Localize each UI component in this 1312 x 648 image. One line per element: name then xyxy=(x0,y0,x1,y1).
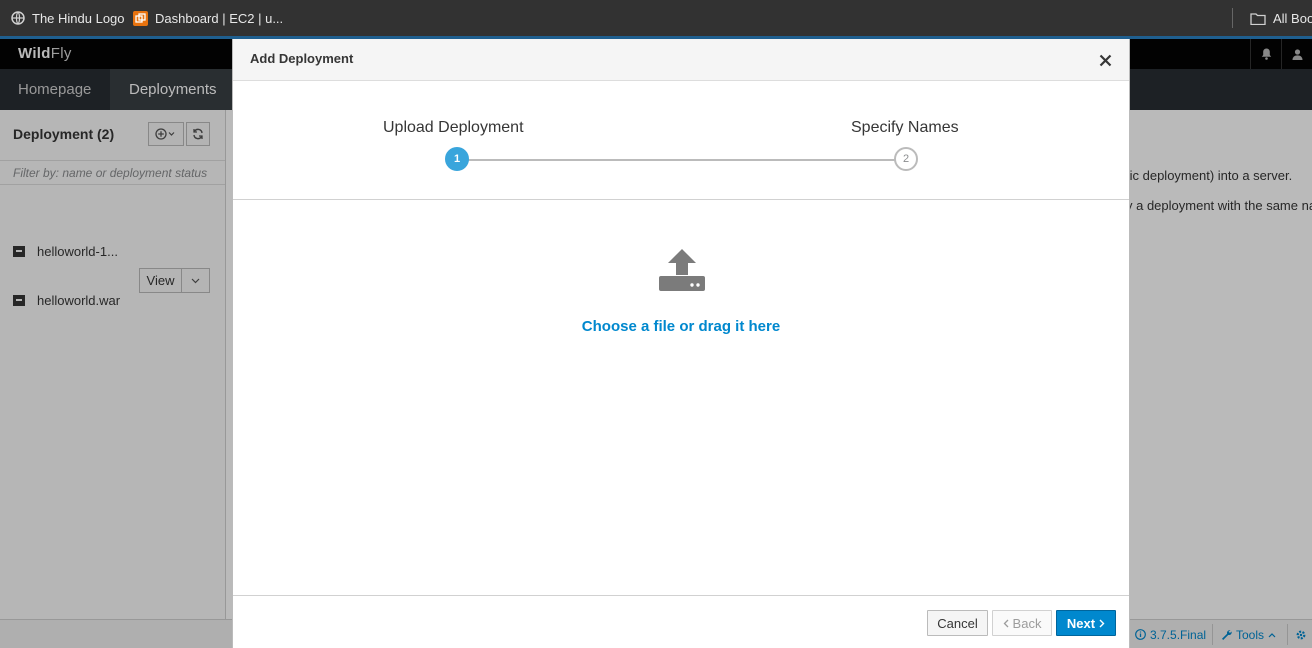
bookmarks-divider xyxy=(1232,8,1233,28)
cancel-label: Cancel xyxy=(937,615,978,631)
all-bookmarks-label: All Boo xyxy=(1273,10,1312,26)
bookmarks-bar: The Hindu Logo Dashboard | EC2 | u... Al… xyxy=(0,0,1312,36)
bookmark-label: The Hindu Logo xyxy=(32,10,125,26)
cancel-button[interactable]: Cancel xyxy=(927,610,988,636)
file-drop-zone[interactable]: Choose a file or drag it here xyxy=(233,200,1129,594)
chevron-left-icon xyxy=(1003,619,1009,627)
close-icon[interactable] xyxy=(1095,50,1115,70)
bookmark-ec2-dashboard[interactable]: Dashboard | EC2 | u... xyxy=(133,0,283,36)
upload-icon xyxy=(659,247,705,298)
back-button[interactable]: Back xyxy=(992,610,1052,636)
bookmark-label: Dashboard | EC2 | u... xyxy=(155,10,284,26)
aws-icon xyxy=(133,10,148,26)
all-bookmarks-button[interactable]: All Boo xyxy=(1250,0,1312,36)
chevron-right-icon xyxy=(1099,619,1105,627)
add-deployment-modal: Add Deployment Upload Deployment Specify… xyxy=(232,39,1130,648)
step-1-indicator: 1 xyxy=(445,147,469,171)
modal-title: Add Deployment xyxy=(250,51,354,66)
bookmark-the-hindu[interactable]: The Hindu Logo xyxy=(11,0,125,36)
wizard-steps: Upload Deployment Specify Names 1 2 xyxy=(233,81,1129,200)
step-upload-deployment-label: Upload Deployment xyxy=(383,119,524,136)
next-button[interactable]: Next xyxy=(1056,610,1116,636)
choose-file-link[interactable]: Choose a file or drag it here xyxy=(233,318,1129,335)
globe-icon xyxy=(11,11,25,25)
wizard-progress-line xyxy=(457,159,906,161)
step-2-indicator: 2 xyxy=(894,147,918,171)
modal-footer: Cancel Back Next xyxy=(233,595,1129,648)
next-label: Next xyxy=(1066,615,1096,631)
step-specify-names-label: Specify Names xyxy=(851,119,959,136)
modal-header: Add Deployment xyxy=(233,39,1129,81)
folder-icon xyxy=(1250,12,1266,25)
back-label: Back xyxy=(1012,615,1042,631)
